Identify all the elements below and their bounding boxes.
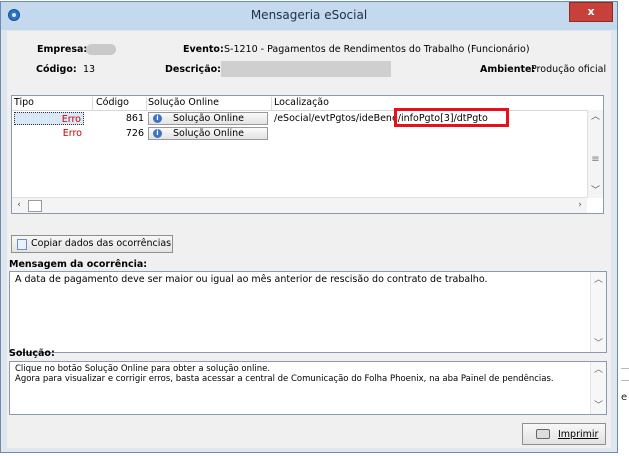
title-bar[interactable]: Mensageria eSocial x <box>1 2 617 30</box>
solucao-text: Clique no botão Solução Online para obte… <box>15 364 588 384</box>
ambiente-label: Ambiente: <box>480 64 536 75</box>
empresa-value-redacted <box>86 44 116 55</box>
localizacao-path: /eSocial/evtPgtos/ideBene <box>274 113 398 124</box>
ambiente-value: Produção oficial <box>531 64 607 75</box>
solucao-line-1: Clique no botão Solução Online para obte… <box>15 364 271 374</box>
scroll-grip-icon[interactable]: ≡ <box>588 154 603 165</box>
column-header-solucao[interactable]: Solução Online <box>148 97 219 108</box>
solucao-online-label: Solução Online <box>173 128 245 139</box>
copy-button-label: Copiar dados das ocorrências <box>31 238 172 249</box>
esocial-dialog: Mensageria eSocial x Empresa: Código: 13… <box>0 1 618 453</box>
row-codigo: 726 <box>125 128 144 139</box>
solucao-online-button[interactable]: i Solução Online <box>148 127 268 140</box>
highlight-annotation-box <box>394 108 509 127</box>
scroll-up-icon[interactable]: ︿ <box>591 363 606 377</box>
table-row[interactable]: Erro 726 i Solução Online <box>12 127 587 141</box>
scroll-down-icon[interactable]: ﹀ <box>588 184 603 198</box>
scroll-right-icon[interactable]: › <box>573 198 587 213</box>
column-header-tipo[interactable]: Tipo <box>14 97 34 108</box>
info-icon: i <box>153 129 162 138</box>
copy-occurrences-button[interactable]: Copiar dados das ocorrências <box>11 235 173 253</box>
occurrences-table[interactable]: Tipo Código Solução Online Localização E… <box>11 95 604 214</box>
print-button-label: Imprimir <box>558 429 599 440</box>
descricao-label: Descrição: <box>165 64 221 75</box>
empresa-label: Empresa: <box>37 44 88 55</box>
print-button[interactable]: Imprimir <box>522 423 606 445</box>
mensagem-scrollbar[interactable]: ︿ ﹀ <box>590 272 606 352</box>
row-tipo[interactable]: Erro <box>14 112 84 125</box>
table-vertical-scrollbar[interactable]: ︿ ≡ ﹀ <box>587 110 603 198</box>
row-codigo: 861 <box>125 113 144 124</box>
column-header-codigo[interactable]: Código <box>96 97 129 108</box>
mensagem-title: Mensagem da ocorrência: <box>9 259 148 270</box>
copy-icon <box>17 239 27 250</box>
scroll-left-icon[interactable]: ‹ <box>12 198 26 213</box>
dialog-content: Empresa: Código: 13 Evento: S-1210 - Pag… <box>7 31 611 448</box>
codigo-value: 13 <box>83 64 96 75</box>
row-tipo[interactable]: Erro <box>14 127 84 140</box>
solucao-scrollbar[interactable]: ︿ ﹀ <box>590 362 606 414</box>
printer-icon <box>536 429 550 439</box>
solucao-textbox[interactable]: Clique no botão Solução Online para obte… <box>9 361 607 415</box>
background-window-edge: e <box>619 0 629 456</box>
column-header-localizacao[interactable]: Localização <box>274 97 329 108</box>
scroll-down-icon[interactable]: ﹀ <box>591 337 606 351</box>
codigo-label: Código: <box>36 64 77 75</box>
descricao-value-redacted <box>221 61 391 77</box>
solucao-online-label: Solução Online <box>173 113 245 124</box>
close-button[interactable]: x <box>569 2 613 22</box>
info-icon: i <box>153 114 162 123</box>
background-text: e <box>621 392 628 403</box>
mensagem-text: A data de pagamento deve ser maior ou ig… <box>15 274 488 285</box>
mensagem-textbox[interactable]: A data de pagamento deve ser maior ou ig… <box>9 271 607 353</box>
evento-value: S-1210 - Pagamentos de Rendimentos do Tr… <box>224 44 530 55</box>
evento-label: Evento: <box>183 44 224 55</box>
solucao-title: Solução: <box>9 348 55 359</box>
window-title: Mensageria eSocial <box>250 8 368 22</box>
solucao-line-2: Agora para visualizar e corrigir erros, … <box>15 374 554 384</box>
scroll-thumb[interactable] <box>28 200 42 212</box>
scroll-up-icon[interactable]: ︿ <box>588 110 603 124</box>
table-horizontal-scrollbar[interactable]: ‹ › <box>12 197 587 213</box>
solucao-online-button[interactable]: i Solução Online <box>148 112 268 125</box>
scroll-down-icon[interactable]: ﹀ <box>591 399 606 413</box>
scroll-up-icon[interactable]: ︿ <box>591 273 606 287</box>
